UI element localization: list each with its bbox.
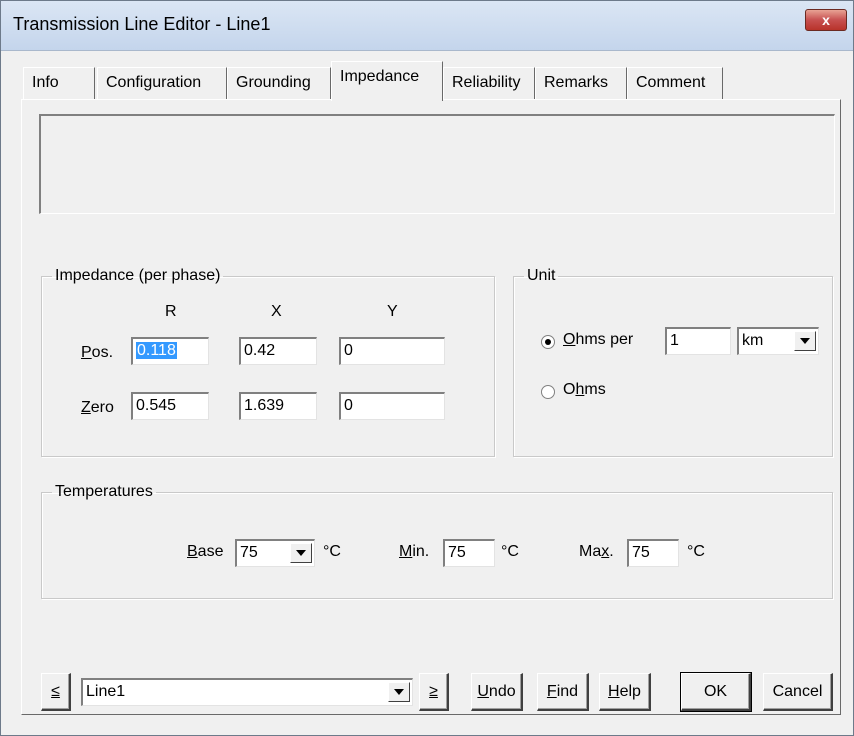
- max-temp-input[interactable]: 75: [627, 539, 679, 567]
- ohms-label[interactable]: Ohms: [563, 381, 606, 399]
- close-icon: x: [822, 12, 830, 28]
- tab-configuration[interactable]: Configuration: [97, 67, 227, 99]
- column-header-x: X: [271, 303, 282, 320]
- ohms-per-length-input[interactable]: 1: [665, 327, 731, 355]
- title-bar[interactable]: Transmission Line Editor - Line1 x: [1, 1, 853, 51]
- min-temp-input[interactable]: 75: [443, 539, 495, 567]
- length-unit-select[interactable]: km: [737, 327, 819, 355]
- transmission-line-editor-window: Transmission Line Editor - Line1 x Info …: [0, 0, 854, 736]
- min-temp-unit: °C: [501, 543, 519, 560]
- max-temp-label: Max.: [579, 543, 614, 560]
- cancel-button[interactable]: Cancel: [763, 673, 833, 711]
- impedance-group-legend: Impedance (per phase): [55, 267, 221, 284]
- pos-label: Pos.: [81, 344, 114, 361]
- pos-r-input[interactable]: 0.118: [131, 337, 209, 365]
- undo-button[interactable]: Undo: [471, 673, 523, 711]
- chevron-down-icon: [394, 689, 404, 695]
- max-temp-unit: °C: [687, 543, 705, 560]
- pos-y-input[interactable]: 0: [339, 337, 445, 365]
- chevron-down-icon: [296, 550, 306, 556]
- base-temp-label: Base: [187, 543, 224, 560]
- window-title: Transmission Line Editor - Line1: [13, 14, 271, 34]
- tab-grounding[interactable]: Grounding: [227, 67, 331, 99]
- tab-impedance[interactable]: Impedance: [331, 61, 443, 101]
- ok-button[interactable]: OK: [680, 672, 752, 712]
- previous-record-button[interactable]: ≤: [41, 673, 71, 711]
- ohms-radio[interactable]: [541, 385, 555, 399]
- pos-x-input[interactable]: 0.42: [239, 337, 317, 365]
- chevron-down-icon: [800, 338, 810, 344]
- ohms-per-label[interactable]: Ohms per: [563, 331, 633, 349]
- temperatures-group-legend: Temperatures: [55, 483, 153, 500]
- tab-remarks[interactable]: Remarks: [535, 67, 627, 99]
- column-header-y: Y: [387, 303, 398, 320]
- description-box: [39, 114, 835, 214]
- line-select[interactable]: Line1: [81, 678, 413, 706]
- unit-group: Unit: [513, 267, 833, 457]
- unit-group-legend: Unit: [527, 267, 556, 284]
- base-temp-unit: °C: [323, 543, 341, 560]
- temperatures-group: Temperatures: [41, 483, 833, 599]
- zero-x-input[interactable]: 1.639: [239, 392, 317, 420]
- column-header-r: R: [165, 303, 177, 320]
- tab-info[interactable]: Info: [23, 67, 95, 99]
- line-select-dropdown-button[interactable]: [388, 682, 410, 702]
- find-button[interactable]: Find: [537, 673, 589, 711]
- tab-comment[interactable]: Comment: [627, 67, 723, 99]
- base-temp-dropdown-button[interactable]: [290, 543, 312, 563]
- close-button[interactable]: x: [805, 9, 847, 31]
- min-temp-label: Min.: [399, 543, 430, 560]
- zero-r-input[interactable]: 0.545: [131, 392, 209, 420]
- zero-y-input[interactable]: 0: [339, 392, 445, 420]
- base-temp-select[interactable]: 75: [235, 539, 315, 567]
- tab-reliability[interactable]: Reliability: [443, 67, 535, 99]
- help-button[interactable]: Help: [599, 673, 651, 711]
- length-unit-dropdown-button[interactable]: [794, 331, 816, 351]
- ohms-per-radio[interactable]: [541, 335, 555, 349]
- zero-label: Zero: [81, 399, 114, 416]
- next-record-button[interactable]: ≥: [419, 673, 449, 711]
